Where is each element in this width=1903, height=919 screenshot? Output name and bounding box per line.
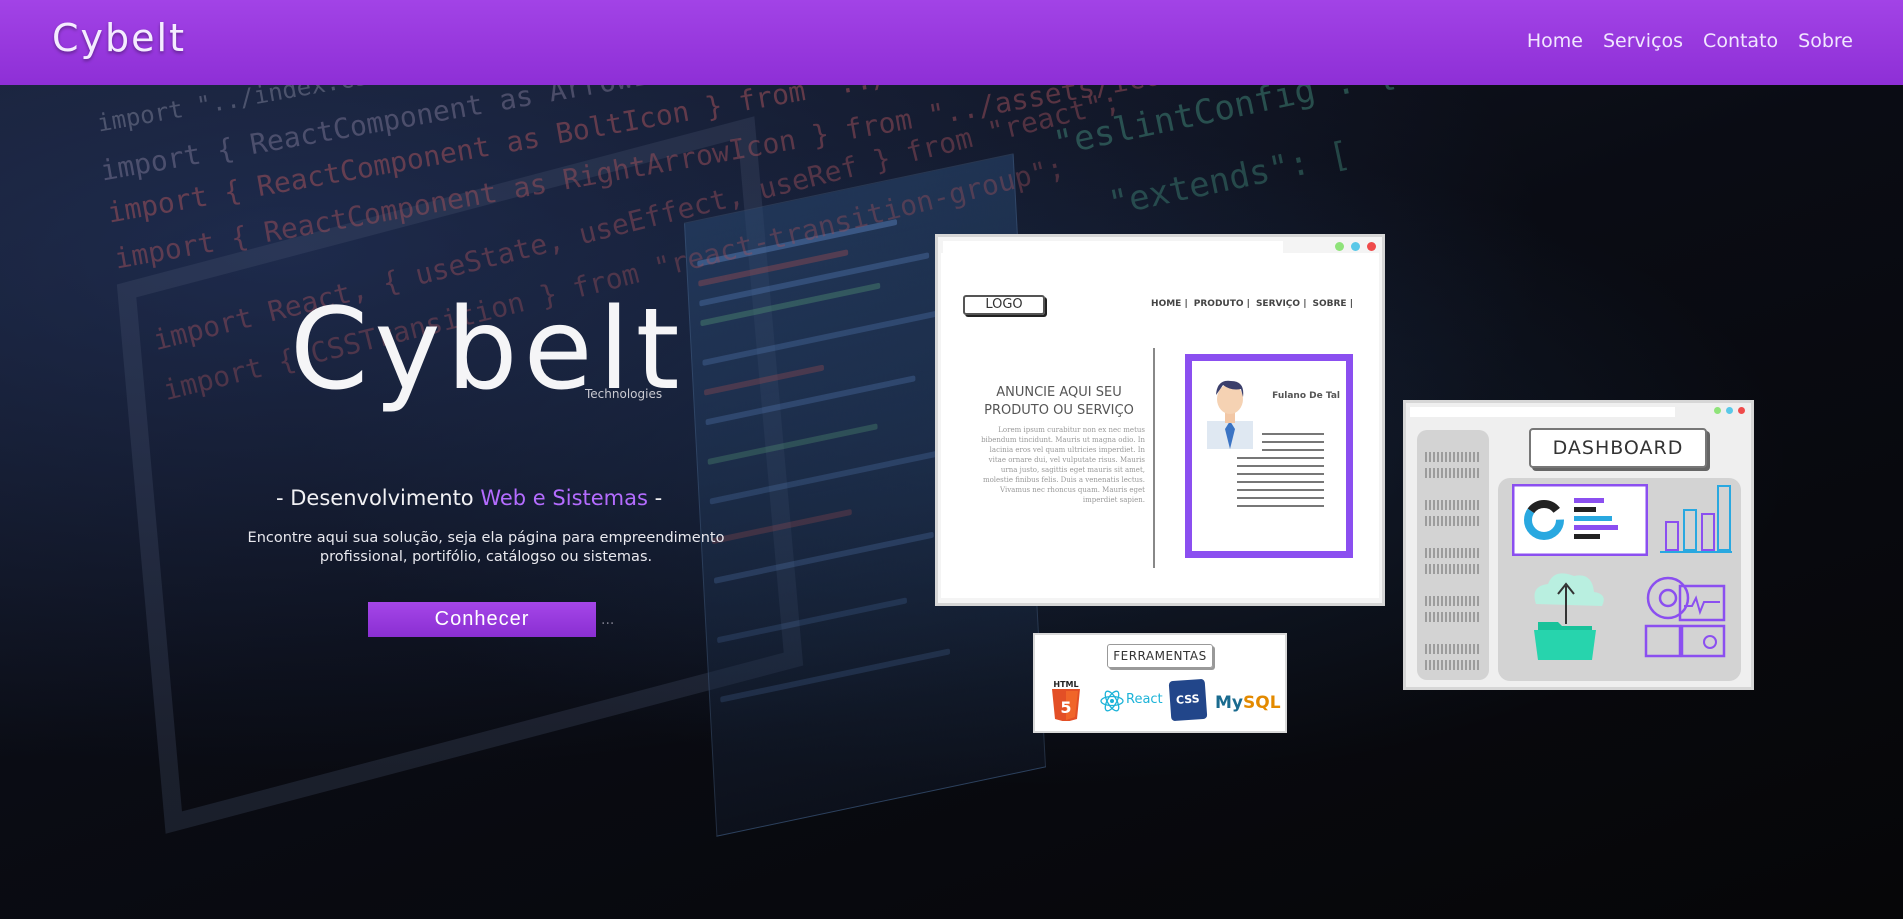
profile-text-line — [1237, 473, 1324, 475]
window-dot-red-icon — [1738, 407, 1745, 414]
bg-code-line: "extends": [ — [1105, 133, 1354, 225]
profile-text-line — [1237, 465, 1324, 467]
mockup-nav-item: SERVIÇO | — [1255, 299, 1307, 309]
server-settings-icon — [1644, 576, 1726, 658]
dashboard-main-area — [1498, 478, 1741, 681]
css-label: CSS — [1175, 692, 1201, 707]
profile-text-line — [1237, 505, 1324, 507]
cloud-upload-icon — [1534, 573, 1604, 660]
profile-text-line — [1262, 433, 1324, 435]
nav-about-link[interactable]: Sobre — [1798, 30, 1853, 52]
mockup-nav: HOME | PRODUTO | SERVIÇO | SOBRE | — [1151, 299, 1353, 309]
person-avatar-icon — [1207, 380, 1253, 449]
hero-subtitle: Technologies — [585, 387, 663, 401]
mysql-my: My — [1215, 693, 1243, 713]
mockup-lorem-text: Lorem ipsum curabitur non ex nec metus b… — [981, 426, 1145, 504]
hero-description: Encontre aqui sua solução, seja ela pági… — [247, 530, 725, 565]
main-nav: Home Serviços Contato Sobre — [1527, 30, 1853, 52]
window-dot-green-icon — [1335, 242, 1344, 251]
profile-text-line — [1237, 481, 1324, 483]
html5-label: HTML — [1053, 680, 1078, 689]
react-label: React — [1126, 692, 1163, 707]
nav-contact-link[interactable]: Contato — [1703, 30, 1778, 52]
profile-text-line — [1237, 489, 1324, 491]
window-dot-blue-icon — [1351, 242, 1360, 251]
tools-title: FERRAMENTAS — [1107, 644, 1213, 668]
nav-services-link[interactable]: Serviços — [1603, 30, 1683, 52]
website-mockup-illustration: LOGO HOME | PRODUTO | SERVIÇO | SOBRE | … — [935, 234, 1385, 606]
mockup-logo: LOGO — [963, 295, 1045, 315]
bar-chart-icon — [1660, 485, 1732, 553]
react-logo-icon — [1100, 690, 1124, 712]
dashboard-title: DASHBOARD — [1529, 428, 1707, 468]
profile-card: Fulano De Tal — [1185, 354, 1353, 558]
window-dot-green-icon — [1714, 407, 1721, 414]
tagline-prefix: - Desenvolvimento — [276, 486, 481, 510]
brand-logo[interactable]: Cybelt — [52, 16, 186, 60]
html5-logo-icon: 5 HTML — [1051, 679, 1081, 722]
tools-panel: FERRAMENTAS 5 HTML React CSS MySQL — [1033, 633, 1287, 733]
hero-tagline: - Desenvolvimento Web e Sistemas - — [276, 486, 662, 510]
dashboard-illustration: DASHBOARD — [1403, 400, 1754, 690]
dashboard-address-bar — [1410, 407, 1675, 417]
nav-home-link[interactable]: Home — [1527, 30, 1583, 52]
donut-chart-icon — [1512, 484, 1648, 556]
conhecer-button[interactable]: Conhecer — [368, 602, 596, 637]
mysql-logo-icon: MySQL — [1215, 693, 1281, 713]
tagline-accent: Web e Sistemas — [480, 486, 648, 510]
html5-number: 5 — [1060, 698, 1071, 717]
dashboard-sidebar — [1417, 430, 1489, 680]
css-logo-icon: CSS — [1168, 678, 1208, 722]
mockup-nav-item: SOBRE | — [1312, 299, 1354, 309]
window-dot-red-icon — [1367, 242, 1376, 251]
cta-dots: ... — [601, 612, 615, 628]
mockup-page: LOGO HOME | PRODUTO | SERVIÇO | SOBRE | … — [941, 253, 1379, 598]
profile-name: Fulano De Tal — [1272, 391, 1340, 401]
profile-text-line — [1262, 441, 1324, 443]
mockup-divider — [1153, 348, 1155, 568]
tagline-suffix: - — [647, 486, 663, 510]
profile-text-line — [1262, 449, 1324, 451]
top-navbar: Cybelt Home Serviços Contato Sobre — [0, 0, 1903, 85]
profile-text-line — [1237, 497, 1324, 499]
window-dot-blue-icon — [1726, 407, 1733, 414]
mockup-address-bar — [943, 241, 1283, 253]
profile-text-line — [1237, 457, 1324, 459]
mysql-sql: SQL — [1243, 693, 1281, 713]
mockup-headline: ANUNCIE AQUI SEU PRODUTO OU SERVIÇO — [984, 385, 1134, 418]
mockup-nav-item: PRODUTO | — [1193, 299, 1250, 309]
mockup-nav-item: HOME | — [1151, 299, 1188, 309]
